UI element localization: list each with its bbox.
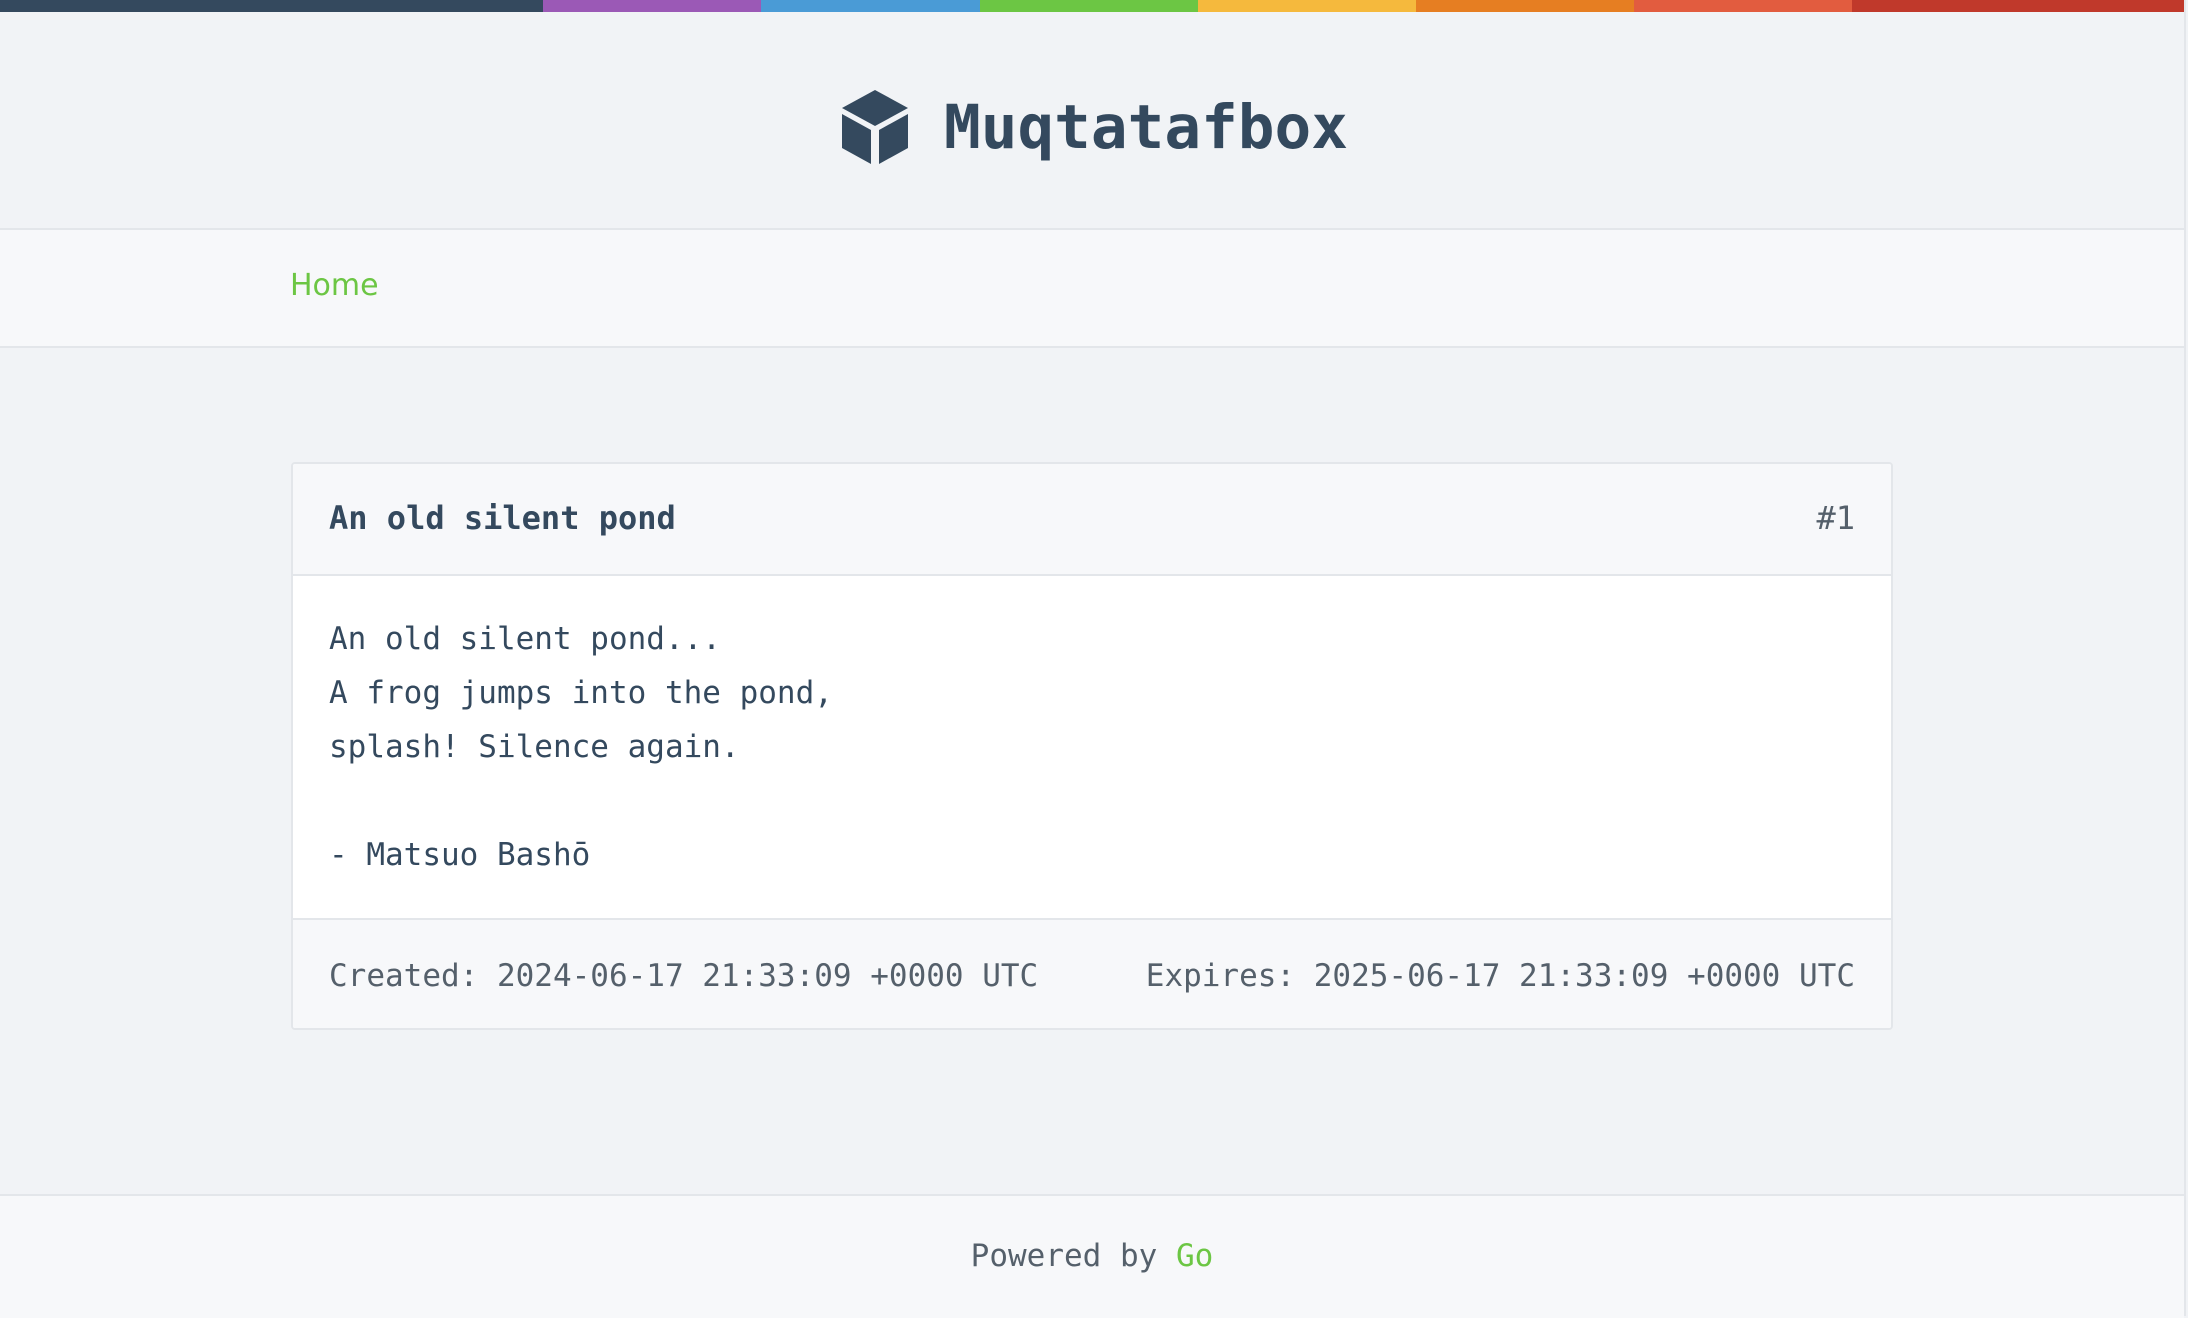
color-segment [980, 0, 1198, 12]
footer-prefix: Powered by [970, 1238, 1176, 1274]
paste-id: #1 [1816, 499, 1855, 537]
paste-card: An old silent pond #1 An old silent pond… [291, 462, 1893, 1030]
color-segment [1416, 0, 1634, 12]
nav-bar: Home [0, 230, 2184, 348]
paste-body: An old silent pond... A frog jumps into … [329, 612, 1849, 882]
page: Muqtatafbox Home An old silent pond #1 A… [0, 0, 2186, 1318]
site-header: Muqtatafbox [0, 12, 2184, 230]
expires-timestamp: Expires: 2025-06-17 21:33:09 +0000 UTC [1145, 958, 1855, 994]
color-segment [1634, 0, 1852, 12]
paste-card-footer: Created: 2024-06-17 21:33:09 +0000 UTC E… [293, 918, 1891, 1028]
site-title: Muqtatafbox [944, 91, 1348, 163]
top-color-bar [0, 0, 2184, 12]
paste-content: An old silent pond... A frog jumps into … [329, 621, 833, 873]
color-segment [1198, 0, 1416, 12]
brand[interactable]: Muqtatafbox [840, 82, 1348, 172]
nav-home-link[interactable]: Home [290, 268, 379, 303]
go-link[interactable]: Go [1176, 1238, 1213, 1274]
cube-icon [842, 90, 908, 164]
color-segment [1852, 0, 2184, 12]
color-segment [761, 0, 980, 12]
footer-text: Powered by Go [0, 1238, 2184, 1274]
color-segment [0, 0, 543, 12]
color-segment [543, 0, 761, 12]
paste-title: An old silent pond [329, 499, 676, 537]
site-footer: Powered by Go [0, 1194, 2184, 1318]
created-timestamp: Created: 2024-06-17 21:33:09 +0000 UTC [329, 958, 1039, 994]
paste-card-header: An old silent pond #1 [293, 464, 1891, 576]
